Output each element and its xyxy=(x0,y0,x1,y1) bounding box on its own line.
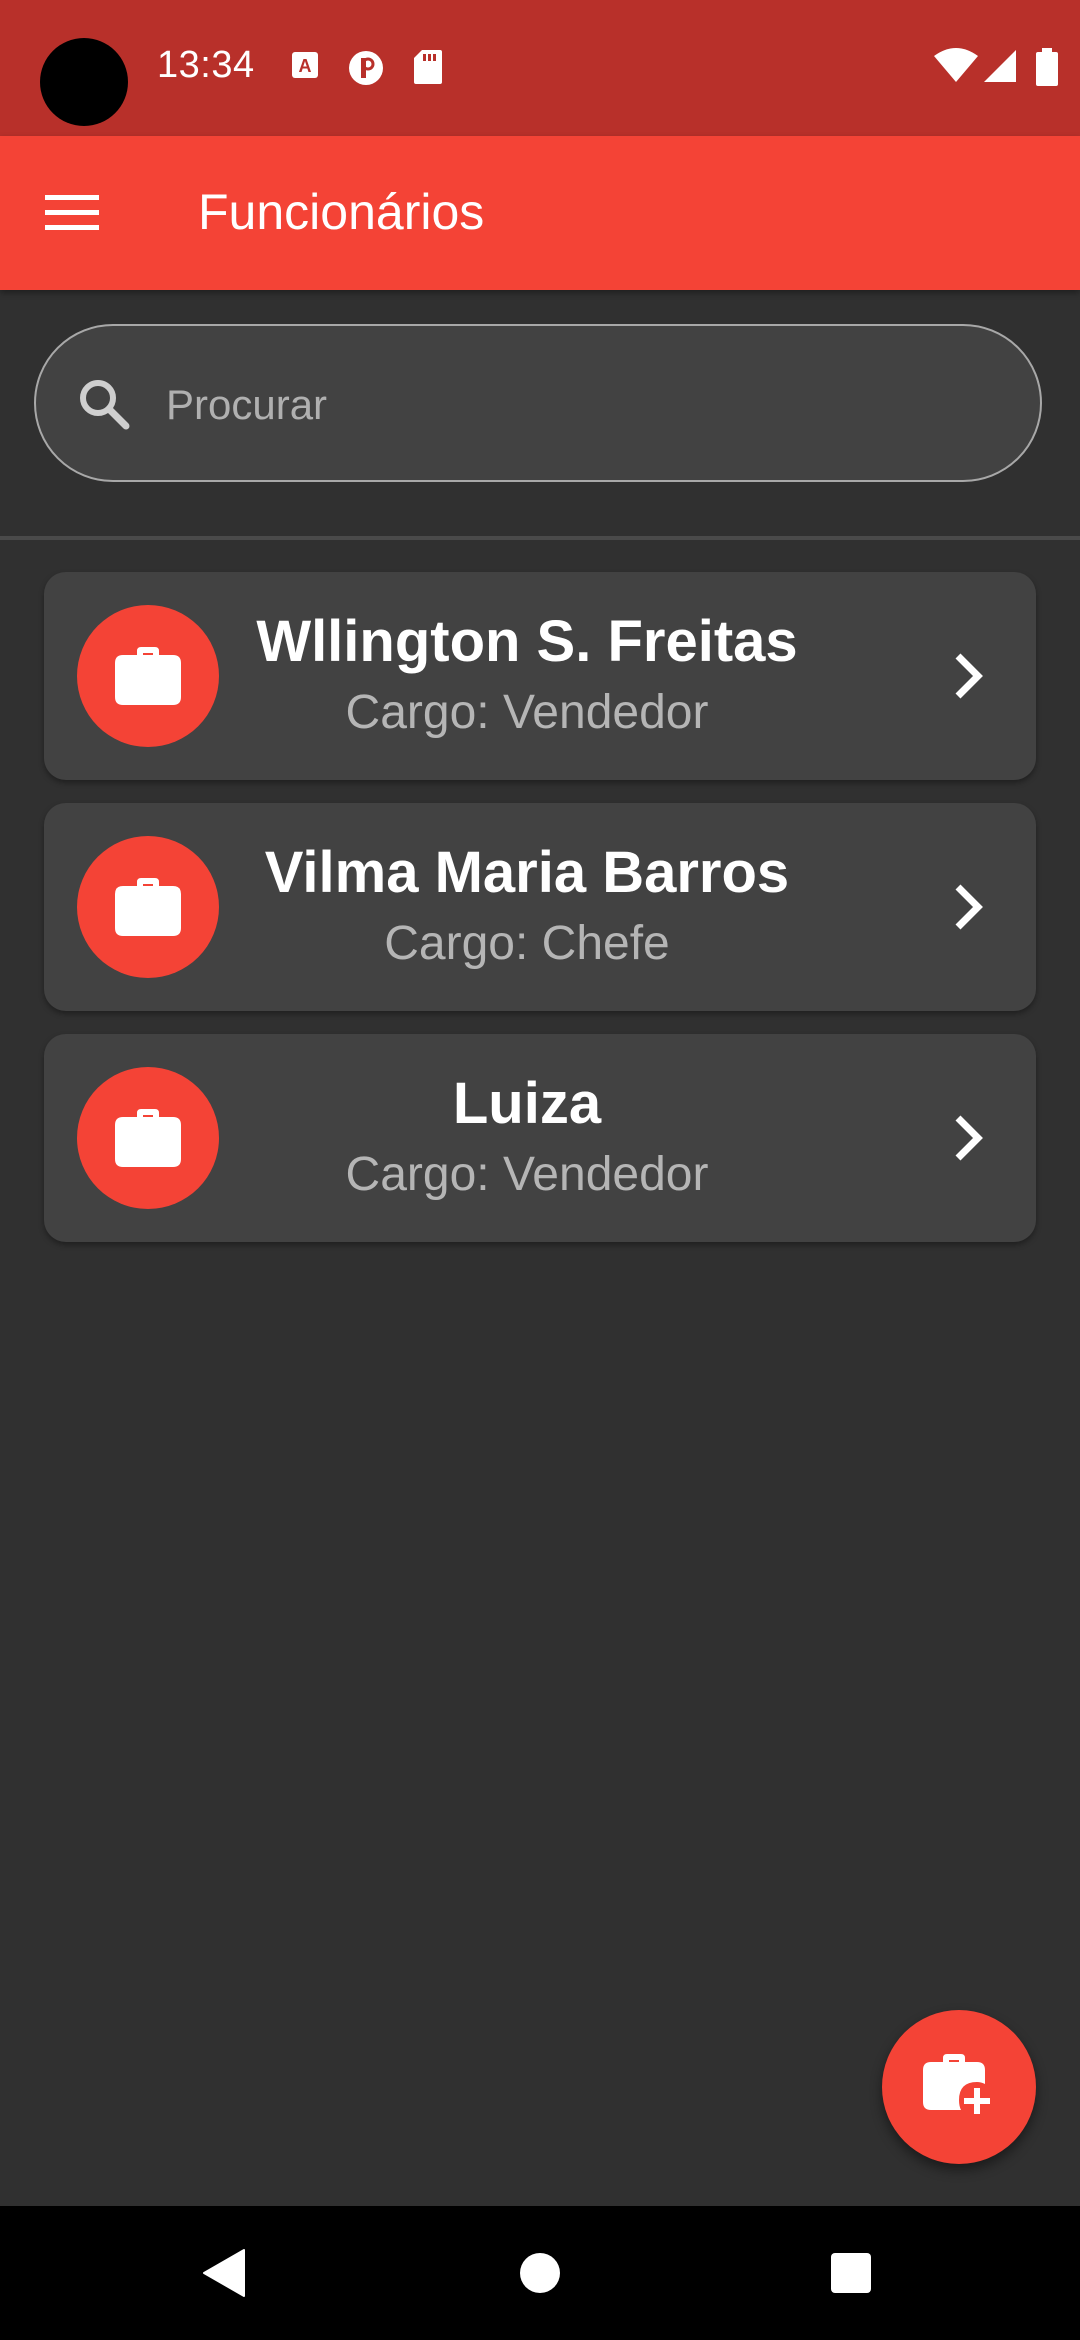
menu-button[interactable] xyxy=(30,171,114,255)
battery-icon xyxy=(1036,48,1058,86)
chevron-right-icon xyxy=(955,884,983,930)
nav-home-button[interactable] xyxy=(507,2240,573,2306)
employees-screen: 13:34 A Funcionários Procurar Wllington … xyxy=(0,0,1080,2340)
app-bar: Funcionários xyxy=(0,136,1080,290)
employee-name: Luiza xyxy=(452,1071,602,1136)
employee-role: Cargo: Vendedor xyxy=(345,1148,709,1201)
svg-text:A: A xyxy=(299,56,312,76)
employee-info: Wllington S. Freitas Cargo: Vendedor xyxy=(244,572,810,780)
employee-info: Vilma Maria Barros Cargo: Chefe xyxy=(244,803,810,1011)
chevron-right-icon xyxy=(955,1115,983,1161)
nav-recents-button[interactable] xyxy=(818,2240,884,2306)
nav-back-button[interactable] xyxy=(192,2240,258,2306)
signal-icon xyxy=(984,50,1016,82)
briefcase-icon xyxy=(115,1109,181,1167)
employee-name: Vilma Maria Barros xyxy=(264,840,790,905)
employee-name: Wllington S. Freitas xyxy=(256,609,798,674)
sd-card-icon xyxy=(414,50,442,84)
employee-avatar xyxy=(77,605,219,747)
chevron-right-icon xyxy=(955,653,983,699)
add-employee-button[interactable] xyxy=(882,2010,1036,2164)
employee-avatar xyxy=(77,1067,219,1209)
search-icon xyxy=(80,380,130,430)
search-bar[interactable] xyxy=(34,324,1042,482)
status-time: 13:34 xyxy=(157,44,255,86)
system-nav-bar xyxy=(0,2206,1080,2340)
home-circle-icon xyxy=(520,2253,560,2293)
employee-card[interactable]: Vilma Maria Barros Cargo: Chefe xyxy=(44,803,1036,1011)
briefcase-icon xyxy=(115,878,181,936)
recents-square-icon xyxy=(831,2253,871,2293)
search-input[interactable] xyxy=(164,356,1008,454)
employee-role: Cargo: Vendedor xyxy=(345,686,709,739)
back-triangle-icon xyxy=(203,2249,245,2297)
add-employee-briefcase-icon xyxy=(923,2054,990,2114)
briefcase-icon xyxy=(115,647,181,705)
divider xyxy=(0,536,1080,540)
status-bar: 13:34 A xyxy=(0,0,1080,136)
employee-info: Luiza Cargo: Vendedor xyxy=(244,1034,810,1242)
pinterest-icon xyxy=(349,51,383,85)
employee-avatar xyxy=(77,836,219,978)
employee-card[interactable]: Luiza Cargo: Vendedor xyxy=(44,1034,1036,1242)
hamburger-menu-icon xyxy=(45,195,99,230)
text-a-icon: A xyxy=(292,52,318,78)
employee-card[interactable]: Wllington S. Freitas Cargo: Vendedor xyxy=(44,572,1036,780)
page-title: Funcionários xyxy=(198,184,485,240)
wifi-icon xyxy=(934,48,978,82)
employee-role: Cargo: Chefe xyxy=(384,917,670,970)
camera-cutout xyxy=(40,38,128,126)
